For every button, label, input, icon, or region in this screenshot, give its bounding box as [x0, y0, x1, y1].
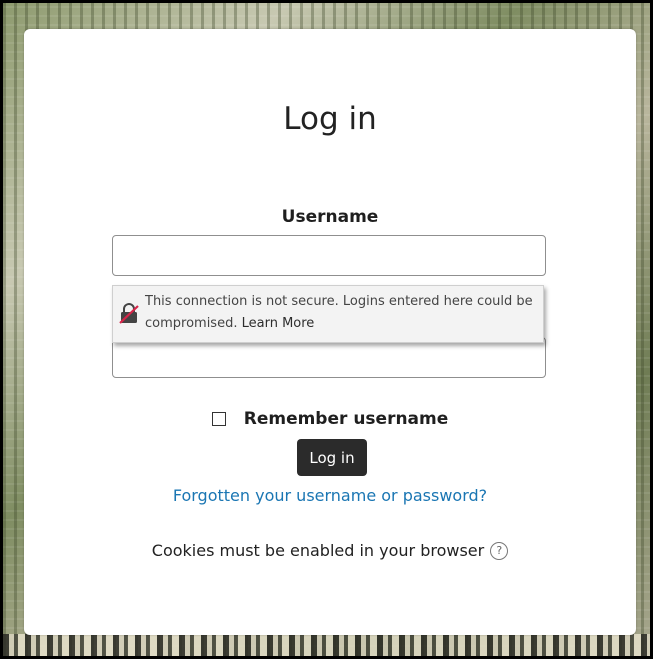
remember-username-label[interactable]: Remember username — [244, 409, 449, 429]
remember-username-checkbox[interactable] — [211, 412, 226, 426]
page-background: Log in Username This connection is not s… — [3, 3, 650, 656]
page-title: Log in — [283, 101, 377, 137]
warning-message: This connection is not secure. Logins en… — [145, 294, 533, 331]
login-card: Log in Username This connection is not s… — [24, 29, 636, 635]
cookies-notice: Cookies must be enabled in your browser … — [24, 541, 636, 560]
learn-more-link[interactable]: Learn More — [242, 316, 315, 331]
question-circle-icon[interactable]: ? — [490, 541, 509, 560]
username-input[interactable] — [112, 235, 546, 276]
login-button[interactable]: Log in — [297, 439, 367, 476]
insecure-lock-icon — [119, 303, 139, 324]
cookies-text: Cookies must be enabled in your browser — [151, 541, 485, 560]
username-label: Username — [281, 207, 379, 227]
forgot-password-link[interactable]: Forgotten your username or password? — [24, 486, 636, 505]
insecure-login-warning: This connection is not secure. Logins en… — [112, 285, 544, 343]
password-input[interactable] — [112, 337, 546, 378]
background-building-strip — [3, 634, 650, 656]
remember-username-row: Remember username — [24, 409, 636, 429]
